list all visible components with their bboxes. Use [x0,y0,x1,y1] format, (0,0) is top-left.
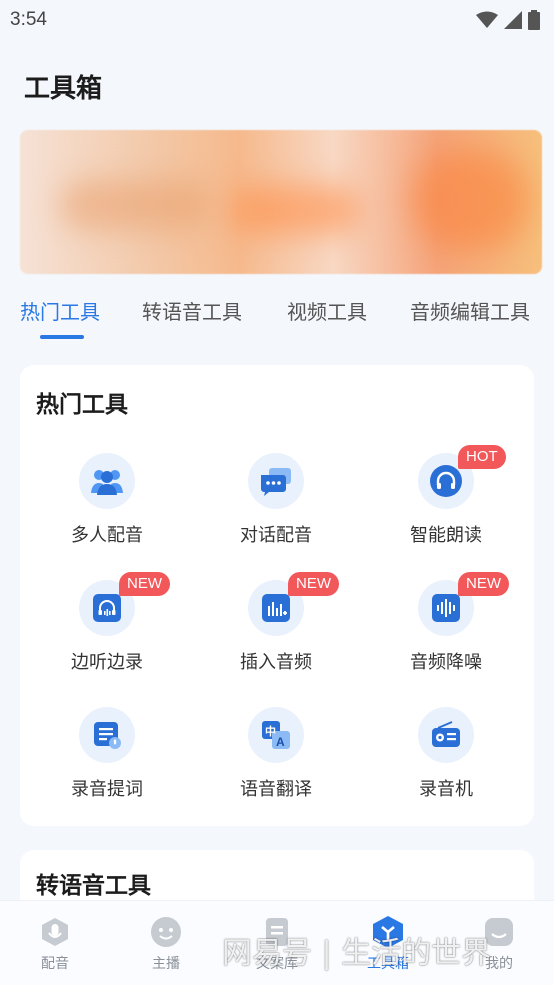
tool-label: 多人配音 [71,525,143,546]
tool-icon-bg [79,707,135,763]
wifi-icon [476,11,498,28]
tool-label: 智能朗读 [410,525,482,546]
radio-recorder-icon [432,721,460,747]
banner-decoration [230,185,360,235]
tool-icon-bg: NEW [418,572,509,636]
headset-record-icon [93,594,121,622]
tool-insert-audio[interactable]: NEW 插入音频 [191,572,361,690]
status-icons [476,10,540,30]
banner-decoration [60,180,210,230]
tool-icon-bg [79,453,135,509]
status-time: 3:54 [10,9,47,30]
active-tab-indicator [40,335,84,339]
tool-label: 录音提词 [71,779,143,800]
tool-label: 音频降噪 [410,652,482,673]
tab-tts-tools[interactable]: 转语音工具 [142,296,242,325]
teleprompter-icon [94,722,121,749]
tab-audio-edit-tools[interactable]: 音频编辑工具 [410,296,530,325]
chat-bubble-icon [261,468,291,496]
tool-icon-bg: HOT [418,445,506,509]
category-tabs: 热门工具 转语音工具 视频工具 音频编辑工具 [0,296,554,340]
mic-icon [38,915,72,949]
banner-decoration [410,150,530,250]
tool-label: 插入音频 [240,652,312,673]
tool-icon-bg: NEW [79,572,170,636]
headphones-icon [430,465,462,497]
hot-tools-card: 热门工具 多人配音 对话配音 HOT 智能朗读 NEW 边听边录 NEW 插入音… [20,365,534,826]
tool-recorder[interactable]: 录音机 [361,707,531,817]
tool-icon-bg [418,707,474,763]
signal-icon [504,11,522,29]
nav-label: 主播 [152,956,180,972]
svg-text:中: 中 [265,724,276,738]
tool-label: 录音机 [419,779,473,800]
new-badge: NEW [119,572,170,596]
tool-label: 边听边录 [71,652,143,673]
new-badge: NEW [288,572,339,596]
nav-anchor[interactable]: 主播 [126,915,206,973]
new-badge: NEW [458,572,509,596]
nav-dubbing[interactable]: 配音 [15,915,95,973]
insert-audio-icon [262,594,290,622]
tool-label: 对话配音 [240,525,312,546]
tool-listen-and-record[interactable]: NEW 边听边录 [22,572,192,690]
tool-label: 语音翻译 [240,779,312,800]
tool-voice-translation[interactable]: 中 A 语音翻译 [191,707,361,817]
tab-video-tools[interactable]: 视频工具 [287,296,367,325]
tool-icon-bg: NEW [248,572,339,636]
translate-icon: 中 A [262,721,290,749]
tool-smart-reading[interactable]: HOT 智能朗读 [361,445,531,563]
tool-icon-bg: 中 A [248,707,304,763]
waveform-icon [432,594,460,622]
status-bar: 3:54 [0,0,554,40]
section-title: 转语音工具 [36,873,151,899]
tab-hot-tools[interactable]: 热门工具 [20,296,100,325]
promo-banner[interactable] [20,130,542,274]
watermark: 网易号 | 生活的世界 [222,936,492,971]
tool-icon-bg [248,453,304,509]
tool-noise-reduction[interactable]: NEW 音频降噪 [361,572,531,690]
battery-icon [528,10,540,30]
face-icon [149,915,183,949]
nav-label: 配音 [41,956,69,972]
svg-text:A: A [276,735,285,749]
tool-multi-person-dubbing[interactable]: 多人配音 [22,453,192,563]
tool-teleprompter[interactable]: 录音提词 [22,707,192,817]
page-title: 工具箱 [24,74,103,104]
hot-badge: HOT [458,445,506,469]
tool-dialogue-dubbing[interactable]: 对话配音 [191,453,361,563]
multi-person-icon [91,470,123,495]
section-title: 热门工具 [36,392,128,418]
